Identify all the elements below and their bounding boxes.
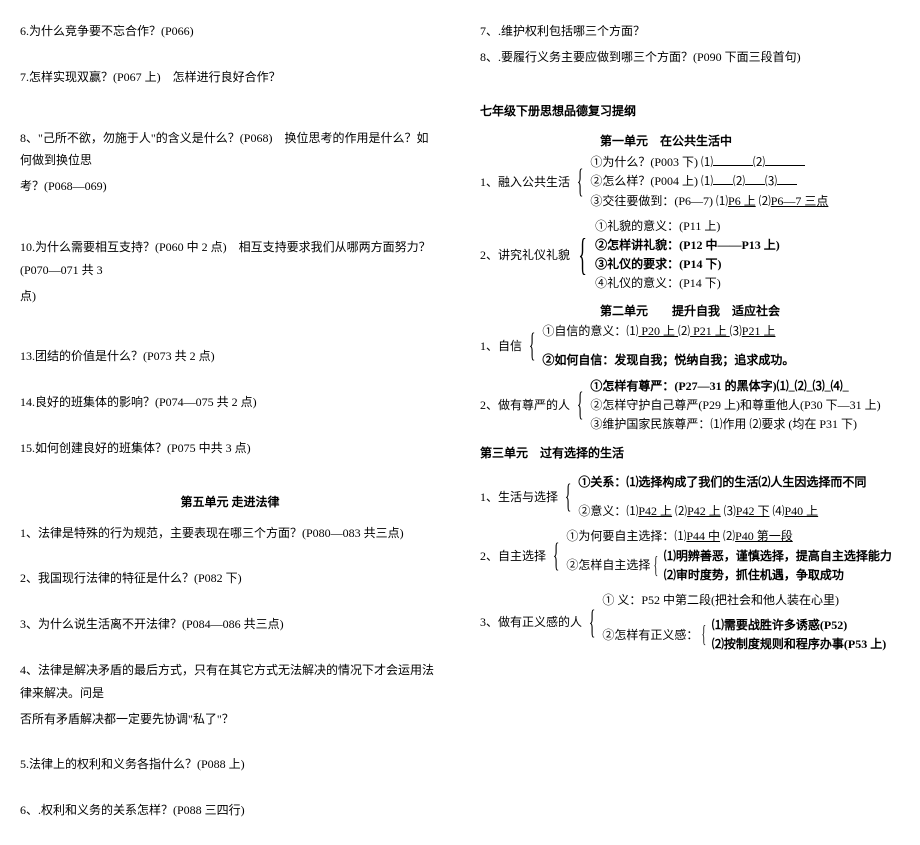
- question-8-line2: 考？(P068—069): [20, 175, 440, 198]
- law-q1: 1、法律是特殊的行为规范，主要表现在哪三个方面？(P080—083 共三点): [20, 522, 440, 545]
- right-q8: 8、.要履行义务主要应做到哪三个方面？(P090 下面三段首句): [480, 46, 900, 69]
- item-3-content: ①自信的意义：⑴ P20 上 ⑵ P21 上 ⑶P21 上 ②如何自信：发现自我…: [542, 322, 794, 370]
- unit2-title: 第二单元 提升自我 适应社会: [600, 300, 900, 323]
- item-6-2-nested: ②怎样自主选择 { ⑴明辨善恶，谨慎选择，提高自主选择能力 ⑵审时度势，抓住机遇…: [566, 547, 892, 585]
- item-7-row: 3、做有正义感的人 { ① 义：P52 中第二段(把社会和他人装在心里) ②怎样…: [480, 591, 900, 655]
- item-4-3: ③维护国家民族尊严：⑴作用 ⑵要求 (均在 P31 下): [590, 415, 880, 434]
- item-2-4: ④礼仪的意义：(P14 下): [595, 274, 780, 293]
- unit5-title: 第五单元 走进法律: [20, 491, 440, 514]
- item-5-content: ①关系：⑴选择构成了我们的生活⑵人生因选择而不同 ②意义：⑴P42 上 ⑵P42…: [578, 473, 866, 521]
- item-2-2: ②怎样讲礼貌：(P12 中——P13 上): [595, 236, 780, 255]
- item-4-label: 2、做有尊严的人: [480, 394, 572, 417]
- law-q5: 5.法律上的权利和义务各指什么？(P088 上): [20, 753, 440, 776]
- item-1-2: ②怎么样？(P004 上) ⑴⑵⑶: [590, 172, 828, 191]
- item-3-1: ①自信的意义：⑴ P20 上 ⑵ P21 上 ⑶P21 上: [542, 322, 794, 341]
- item-7-2-1: ⑴需要战胜许多诱惑(P52): [712, 616, 886, 635]
- item-6-2-2: ⑵审时度势，抓住机遇，争取成功: [664, 566, 892, 585]
- item-2-3: ③礼仪的要求：(P14 下): [595, 255, 780, 274]
- question-14: 14.良好的班集体的影响？(P074—075 共 2 点): [20, 391, 440, 414]
- item-2-1: ①礼貌的意义：(P11 上): [595, 217, 780, 236]
- item-7-2-label: ②怎样有正义感：: [602, 626, 698, 645]
- item-2-label: 2、讲究礼仪礼貌: [480, 244, 572, 267]
- right-column: 7、.维护权利包括哪三个方面？ 8、.要履行义务主要应做到哪三个方面？(P090…: [480, 20, 900, 825]
- item-7-content: ① 义：P52 中第二段(把社会和他人装在心里) ②怎样有正义感： { ⑴需要战…: [602, 591, 886, 655]
- law-q6: 6、.权利和义务的关系怎样？(P088 三四行): [20, 799, 440, 822]
- item-6-2-1: ⑴明辨善恶，谨慎选择，提高自主选择能力: [664, 547, 892, 566]
- item-4-row: 2、做有尊严的人 { ①怎样有尊严：(P27—31 的黑体字)⑴_⑵_⑶_⑷_ …: [480, 377, 900, 435]
- question-10-line1: 10.为什么需要相互支持？(P060 中 2 点) 相互支持要求我们从哪两方面努…: [20, 236, 440, 282]
- item-5-row: 1、生活与选择 { ①关系：⑴选择构成了我们的生活⑵人生因选择而不同 ②意义：⑴…: [480, 473, 900, 521]
- question-7: 7.怎样实现双赢？(P067 上) 怎样进行良好合作？: [20, 66, 440, 89]
- item-6-row: 2、自主选择 { ①为何要自主选择：⑴P44 中 ⑵P40 第一段 ②怎样自主选…: [480, 527, 900, 585]
- item-7-2-2: ⑵按制度规则和程序办事(P53 上): [712, 635, 886, 654]
- blank-fill: [745, 172, 765, 185]
- item-6-label: 2、自主选择: [480, 545, 548, 568]
- item-1-1: ①为什么？(P003 下) ⑴⑵: [590, 153, 828, 172]
- law-q3: 3、为什么说生活离不开法律？(P084—086 共三点): [20, 613, 440, 636]
- left-column: 6.为什么竞争要不忘合作？(P066) 7.怎样实现双赢？(P067 上) 怎样…: [20, 20, 440, 825]
- item-5-label: 1、生活与选择: [480, 486, 560, 509]
- blank-fill: [777, 172, 797, 185]
- law-q4-line1: 4、法律是解决矛盾的最后方式，只有在其它方式无法解决的情况下才会运用法律来解决。…: [20, 659, 440, 705]
- question-6: 6.为什么竞争要不忘合作？(P066): [20, 20, 440, 43]
- two-column-layout: 6.为什么竞争要不忘合作？(P066) 7.怎样实现双赢？(P067 上) 怎样…: [20, 20, 900, 825]
- item-7-2-nested: ②怎样有正义感： { ⑴需要战胜许多诱惑(P52) ⑵按制度规则和程序办事(P5…: [602, 616, 886, 654]
- unit1-title: 第一单元 在公共生活中: [600, 130, 900, 153]
- item-6-2-label: ②怎样自主选择: [566, 556, 650, 575]
- blank-fill: [765, 153, 805, 166]
- question-15: 15.如何创建良好的班集体？(P075 中共 3 点): [20, 437, 440, 460]
- item-2-row: 2、讲究礼仪礼貌 { ①礼貌的意义：(P11 上) ②怎样讲礼貌：(P12 中—…: [480, 217, 900, 294]
- item-3-row: 1、自信 { ①自信的意义：⑴ P20 上 ⑵ P21 上 ⑶P21 上 ②如何…: [480, 322, 900, 370]
- item-6-content: ①为何要自主选择：⑴P44 中 ⑵P40 第一段 ②怎样自主选择 { ⑴明辨善恶…: [566, 527, 892, 585]
- item-3-2: ②如何自信：发现自我；悦纳自我；追求成功。: [542, 351, 794, 370]
- question-10-line2: 点): [20, 285, 440, 308]
- item-5-2: ②意义：⑴P42 上 ⑵P42 上 ⑶P42 下 ⑷P40 上: [578, 502, 866, 521]
- item-7-label: 3、做有正义感的人: [480, 611, 584, 634]
- outline-title: 七年级下册思想品德复习提纲: [480, 100, 900, 123]
- item-7-1: ① 义：P52 中第二段(把社会和他人装在心里): [602, 591, 886, 610]
- item-6-1: ①为何要自主选择：⑴P44 中 ⑵P40 第一段: [566, 527, 892, 546]
- item-1-3: ③交往要做到：(P6—7) ⑴P6 上 ⑵P6—7 三点: [590, 192, 828, 211]
- item-1-label: 1、融入公共生活: [480, 171, 572, 194]
- question-8-line1: 8、"己所不欲，勿施于人"的含义是什么？(P068) 换位思考的作用是什么？如何…: [20, 127, 440, 173]
- item-4-2: ②怎样守护自己尊严(P29 上)和尊重他人(P30 下—31 上): [590, 396, 880, 415]
- law-q4-line2: 否所有矛盾解决都一定要先协调"私了"？: [20, 708, 440, 731]
- blank-fill: [713, 153, 753, 166]
- item-2-content: ①礼貌的意义：(P11 上) ②怎样讲礼貌：(P12 中——P13 上) ③礼仪…: [595, 217, 780, 294]
- question-13: 13.团结的价值是什么？(P073 共 2 点): [20, 345, 440, 368]
- unit3-title: 第三单元 过有选择的生活: [480, 442, 900, 465]
- item-5-1: ①关系：⑴选择构成了我们的生活⑵人生因选择而不同: [578, 473, 866, 492]
- item-3-label: 1、自信: [480, 335, 524, 358]
- blank-fill: [713, 172, 733, 185]
- law-q2: 2、我国现行法律的特征是什么？(P082 下): [20, 567, 440, 590]
- item-4-1: ①怎样有尊严：(P27—31 的黑体字)⑴_⑵_⑶_⑷_: [590, 377, 880, 396]
- right-q7: 7、.维护权利包括哪三个方面？: [480, 20, 900, 43]
- item-1-row: 1、融入公共生活 { ①为什么？(P003 下) ⑴⑵ ②怎么样？(P004 上…: [480, 153, 900, 211]
- item-1-content: ①为什么？(P003 下) ⑴⑵ ②怎么样？(P004 上) ⑴⑵⑶ ③交往要做…: [590, 153, 828, 211]
- item-4-content: ①怎样有尊严：(P27—31 的黑体字)⑴_⑵_⑶_⑷_ ②怎样守护自己尊严(P…: [590, 377, 880, 435]
